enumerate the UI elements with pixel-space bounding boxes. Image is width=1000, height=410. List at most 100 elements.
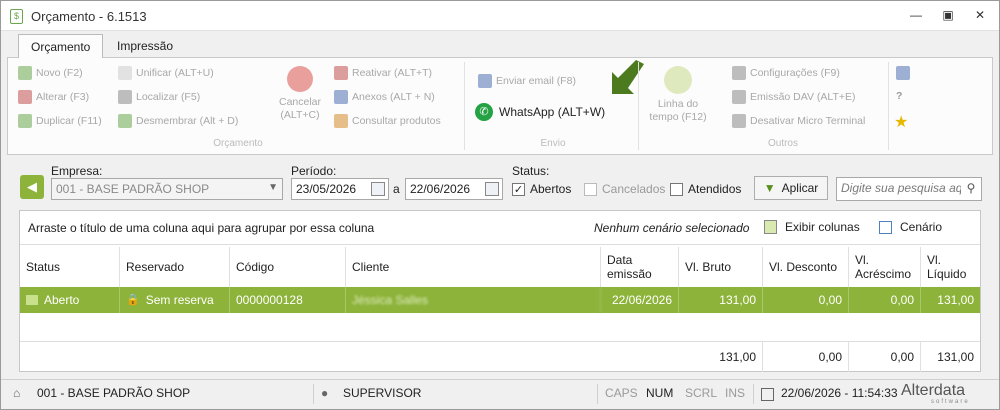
help-icon[interactable]: ? — [896, 90, 902, 102]
calendar-icon[interactable] — [485, 182, 499, 196]
column-header-codigo[interactable]: Código — [230, 247, 346, 287]
enviar-email-button[interactable]: Enviar email (F8) — [478, 74, 576, 88]
status-atendidos-checkbox[interactable]: Atendidos — [670, 182, 741, 196]
cell-reservado: 🔒 Sem reserva — [120, 287, 230, 313]
novo-label: Novo (F2) — [36, 67, 83, 79]
ribbon: Novo (F2) Alterar (F3) Duplicar (F11) Un… — [7, 57, 993, 155]
filter-icon: ▼ — [763, 181, 776, 195]
search-input[interactable]: Digite sua pesquisa aqui ⚲ — [836, 177, 982, 201]
ins-indicator: INS — [725, 386, 746, 400]
consultar-produtos-button[interactable]: Consultar produtos — [334, 114, 441, 128]
exibir-colunas-label: Exibir colunas — [785, 220, 860, 234]
scrl-indicator: SCRL — [685, 386, 718, 400]
search-placeholder: Digite sua pesquisa aqui — [841, 181, 972, 195]
cenario-button[interactable]: Cenário — [879, 220, 942, 234]
cancelados-label: Cancelados — [602, 182, 666, 196]
column-header-vl-acrescimo[interactable]: Vl. Acréscimo — [849, 247, 921, 287]
whatsapp-button[interactable]: ✆ WhatsApp (ALT+W) — [475, 103, 605, 121]
cancelar-label: Cancelar (ALT+C) — [278, 96, 322, 121]
cell-vl-bruto: 131,00 — [679, 287, 763, 313]
num-indicator: NUM — [646, 386, 674, 400]
anexos-button[interactable]: Anexos (ALT + N) — [334, 90, 435, 104]
arrow-down-left-icon — [608, 60, 648, 96]
status-abertos-checkbox[interactable]: ✓ Abertos — [512, 182, 571, 196]
group-panel[interactable]: Arraste o título de uma coluna aqui para… — [20, 211, 980, 245]
reativar-button[interactable]: Reativar (ALT+T) — [334, 66, 432, 80]
alterar-button[interactable]: Alterar (F3) — [18, 90, 89, 104]
totals-row: 131,00 0,00 0,00 131,00 — [20, 341, 980, 372]
status-usuario: SUPERVISOR — [343, 386, 422, 400]
emissao-dav-button[interactable]: Emissão DAV (ALT+E) — [732, 90, 856, 104]
cell-status: Aberto — [20, 287, 120, 313]
desativar-terminal-button[interactable]: Desativar Micro Terminal — [732, 114, 865, 128]
window-title: Orçamento - 6.1513 — [31, 9, 147, 24]
duplicar-button[interactable]: Duplicar (F11) — [18, 114, 102, 128]
minimize-icon[interactable]: — — [907, 7, 925, 23]
periodo-separator: a — [393, 182, 400, 196]
localizar-button[interactable]: Localizar (F5) — [118, 90, 200, 104]
star-icon[interactable]: ★ — [894, 112, 908, 132]
brand-subtitle: software — [931, 399, 970, 405]
consultar-label: Consultar produtos — [352, 115, 441, 127]
reativar-label: Reativar (ALT+T) — [352, 67, 433, 79]
close-icon[interactable]: ✕ — [971, 7, 989, 23]
divider — [597, 384, 598, 404]
linha-do-tempo-button[interactable]: Linha do tempo (F12) — [648, 66, 708, 124]
periodo-from-input[interactable]: 23/05/2026 — [291, 178, 389, 200]
aplicar-button[interactable]: ▼ Aplicar — [754, 176, 828, 200]
cell-vl-desconto: 0,00 — [763, 287, 849, 313]
user-add-icon[interactable] — [896, 66, 910, 80]
localizar-label: Localizar (F5) — [136, 91, 201, 103]
user-icon: ● — [321, 386, 329, 400]
status-cancelados-checkbox[interactable]: Cancelados — [584, 182, 665, 196]
duplicar-label: Duplicar (F11) — [36, 115, 102, 127]
calendar-icon — [761, 388, 774, 401]
print-icon — [732, 90, 746, 104]
exibir-colunas-button[interactable]: Exibir colunas — [764, 220, 860, 234]
unificar-label: Unificar (ALT+U) — [136, 67, 214, 79]
divider — [313, 384, 314, 404]
column-header-vl-liquido[interactable]: Vl. Líquido — [921, 247, 980, 287]
whatsapp-label: WhatsApp (ALT+W) — [499, 105, 606, 119]
orcamentos-grid: Arraste o título de uma coluna aqui para… — [19, 210, 981, 372]
empresa-label: Empresa: — [51, 164, 103, 178]
tab-orcamento[interactable]: Orçamento — [18, 34, 104, 58]
cancelar-button[interactable]: Cancelar (ALT+C) — [270, 66, 330, 122]
desmembrar-button[interactable]: Desmembrar (Alt + D) — [118, 114, 238, 128]
periodo-to-input[interactable]: 22/06/2026 — [405, 178, 503, 200]
column-header-cliente[interactable]: Cliente — [346, 247, 601, 287]
email-icon — [478, 74, 492, 88]
brand-logo: Alterdata — [901, 382, 966, 399]
column-header-vl-desconto[interactable]: Vl. Desconto — [763, 247, 849, 287]
gear-icon — [732, 66, 746, 80]
products-icon — [334, 114, 348, 128]
reactivate-icon — [334, 66, 348, 80]
calendar-icon[interactable] — [371, 182, 385, 196]
chevron-down-icon[interactable]: ▼ — [268, 182, 278, 193]
columns-icon — [764, 220, 777, 234]
collapse-panel-icon[interactable]: ◀ — [20, 175, 44, 199]
merge-icon — [118, 66, 132, 80]
unificar-button[interactable]: Unificar (ALT+U) — [118, 66, 214, 80]
edit-icon — [18, 90, 32, 104]
search-icon[interactable]: ⚲ — [961, 178, 981, 200]
total-vl-liquido: 131,00 — [937, 350, 974, 364]
desmembrar-label: Desmembrar (Alt + D) — [136, 115, 239, 127]
empresa-select[interactable]: 001 - BASE PADRÃO SHOP ▼ — [51, 178, 283, 200]
configuracoes-button[interactable]: Configurações (F9) — [732, 66, 840, 80]
column-header-reservado[interactable]: Reservado — [120, 247, 230, 287]
restore-icon[interactable]: ▣ — [939, 7, 957, 23]
cell-vl-liquido: 131,00 — [937, 293, 974, 307]
table-row[interactable]: Aberto 🔒 Sem reserva 0000000128 Jéssica S… — [20, 287, 980, 313]
tab-impressao[interactable]: Impressão — [105, 34, 185, 58]
column-header-data-emissao[interactable]: Data emissão — [601, 247, 679, 287]
terminal-icon — [732, 114, 746, 128]
novo-button[interactable]: Novo (F2) — [18, 66, 83, 80]
aplicar-label: Aplicar — [781, 181, 819, 195]
divider — [753, 384, 754, 404]
reservado-value: Sem reserva — [145, 293, 214, 307]
title-bar: $ Orçamento - 6.1513 — ▣ ✕ — [1, 1, 999, 31]
column-header-vl-bruto[interactable]: Vl. Bruto — [679, 247, 763, 287]
column-header-status[interactable]: Status — [20, 247, 120, 287]
filter-bar: ◀ Empresa: 001 - BASE PADRÃO SHOP ▼ Perío… — [7, 157, 993, 209]
